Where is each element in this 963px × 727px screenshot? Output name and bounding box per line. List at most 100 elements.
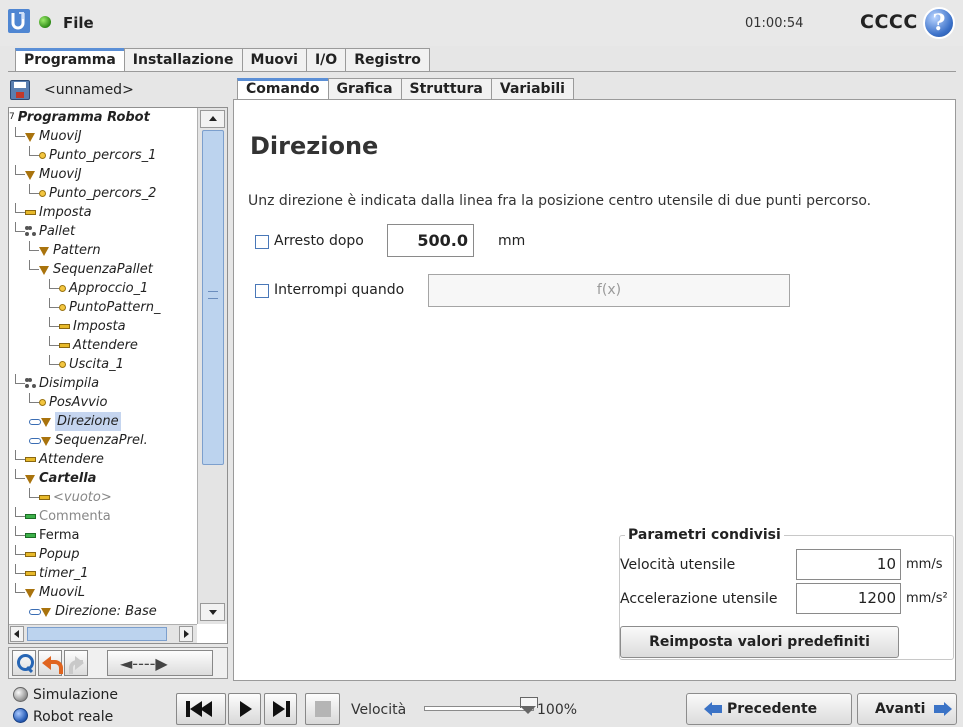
tree-vertical-scrollbar[interactable] (197, 108, 227, 624)
real-robot-label: Robot reale (33, 709, 114, 725)
shared-parameters-title: Parametri condivisi (625, 527, 784, 543)
tree-connector (15, 164, 25, 175)
step-button[interactable] (264, 693, 297, 725)
direction-icon (29, 418, 41, 425)
tree-connector (29, 392, 39, 403)
sequence-icon (29, 437, 41, 444)
tab-struttura[interactable]: Struttura (400, 78, 492, 100)
tree-item[interactable]: Punto_percors_2 (29, 183, 156, 203)
redo-icon[interactable] (64, 650, 88, 676)
tree-item[interactable]: Cartella (15, 468, 96, 488)
save-icon[interactable] (10, 80, 30, 100)
move-icon (39, 265, 50, 275)
tree-item[interactable]: Disimpila (15, 373, 99, 393)
main-tab-bar: Programma Installazione Muovi I/O Regist… (15, 48, 430, 72)
move-icon (39, 246, 50, 256)
page-title: Direzione (250, 132, 379, 160)
tree-item[interactable]: <vuoto> (29, 487, 112, 507)
stop-after-distance-field[interactable]: 500.0 (387, 224, 474, 257)
stop-after-checkbox[interactable] (255, 235, 269, 249)
scroll-thumb-horizontal[interactable] (27, 627, 167, 641)
file-menu[interactable]: File (63, 14, 94, 32)
tree-item[interactable]: Commenta (15, 506, 111, 526)
tool-acceleration-field[interactable]: 1200 (796, 583, 901, 614)
tab-comando[interactable]: Comando (237, 78, 329, 100)
scroll-right-icon[interactable] (179, 626, 193, 642)
tree-item-selected[interactable]: Direzione (29, 412, 121, 431)
scroll-up-icon[interactable] (200, 110, 225, 128)
rewind-icon (200, 701, 212, 717)
interrupt-expression-field[interactable]: f(x) (428, 274, 790, 307)
tab-registro[interactable]: Registro (345, 48, 430, 72)
tree-item[interactable]: Uscita_1 (49, 354, 124, 374)
tree-item[interactable]: MuoviJ (15, 126, 82, 146)
drag-move-button[interactable]: ◄----▶ (107, 650, 213, 676)
scroll-left-icon[interactable] (10, 626, 24, 642)
waypoint-icon (39, 152, 46, 159)
timer-icon (25, 571, 36, 576)
popup-icon (25, 552, 36, 557)
simulation-label: Simulazione (33, 687, 119, 703)
stop-button[interactable] (305, 693, 340, 725)
drag-arrows-icon: ◄----▶ (120, 654, 168, 673)
tree-item[interactable]: Imposta (15, 202, 92, 222)
program-name: <unnamed> (44, 82, 134, 98)
tab-variabili[interactable]: Variabili (490, 78, 574, 100)
tree-item[interactable]: Attendere (15, 449, 104, 469)
interrupt-when-checkbox[interactable] (255, 284, 269, 298)
previous-label: Precedente (727, 701, 818, 717)
scroll-down-icon[interactable] (200, 603, 225, 621)
tab-installazione[interactable]: Installazione (123, 48, 243, 72)
tree-item[interactable]: Popup (15, 544, 80, 564)
tree-item[interactable]: SequenzaPallet (29, 259, 153, 279)
move-icon (25, 170, 36, 180)
tree-horizontal-scrollbar[interactable] (9, 624, 197, 643)
tree-item[interactable]: PosAvvio (29, 392, 107, 412)
interrupt-when-label: Interrompi quando (274, 282, 405, 298)
tree-item[interactable]: Pallet (15, 221, 75, 241)
tree-item[interactable]: 7 Programma Robot (9, 108, 150, 127)
tree-connector (49, 297, 59, 308)
help-icon[interactable]: ? (923, 7, 955, 39)
tab-io[interactable]: I/O (305, 48, 347, 72)
tree-root-marker: 7 (9, 112, 15, 122)
tree-item[interactable]: MuoviL (15, 582, 85, 602)
search-icon[interactable] (12, 650, 36, 676)
tool-speed-field[interactable]: 10 (796, 549, 901, 580)
tree-item[interactable]: Direzione: Base (29, 602, 157, 621)
stop-icon (315, 701, 331, 717)
tree-item[interactable]: timer_1 (15, 563, 89, 583)
next-button[interactable]: Avanti (857, 693, 957, 725)
tree-connector (15, 126, 25, 137)
tree-item[interactable]: MuoviJ (15, 164, 82, 184)
move-icon (41, 436, 52, 446)
tree-connector (29, 259, 39, 270)
speed-slider-handle[interactable] (520, 697, 538, 715)
simulation-radio[interactable] (13, 687, 28, 702)
tab-grafica[interactable]: Grafica (327, 78, 402, 100)
tree-item[interactable]: Pattern (29, 240, 101, 260)
tree-item[interactable]: Attendere (49, 335, 138, 355)
tree-item[interactable]: Ferma (15, 525, 80, 545)
set-icon (59, 324, 70, 329)
reset-defaults-button[interactable]: Reimposta valori predefiniti (620, 626, 899, 658)
scroll-thumb[interactable] (202, 130, 224, 465)
previous-button[interactable]: Precedente (686, 693, 852, 725)
tree-item[interactable]: SequenzaPrel. (29, 431, 148, 450)
tree-item[interactable]: Imposta (49, 316, 126, 336)
tab-muovi[interactable]: Muovi (241, 48, 307, 72)
speed-slider[interactable] (424, 706, 534, 711)
tree-item[interactable]: Approccio_1 (49, 278, 148, 298)
tree-item[interactable]: Punto_percors_1 (29, 145, 156, 165)
real-robot-radio[interactable] (13, 708, 28, 723)
skip-to-start-button[interactable] (176, 693, 226, 725)
tab-divider (8, 71, 956, 72)
undo-icon[interactable] (38, 650, 63, 676)
empty-icon (39, 495, 50, 500)
tree-item[interactable]: PuntoPattern_ (49, 297, 160, 317)
move-icon (41, 417, 52, 427)
tool-acceleration-label: Accelerazione utensile (620, 591, 778, 607)
tool-speed-unit: mm/s (906, 557, 943, 572)
tab-programma[interactable]: Programma (15, 48, 125, 72)
play-button[interactable] (228, 693, 261, 725)
